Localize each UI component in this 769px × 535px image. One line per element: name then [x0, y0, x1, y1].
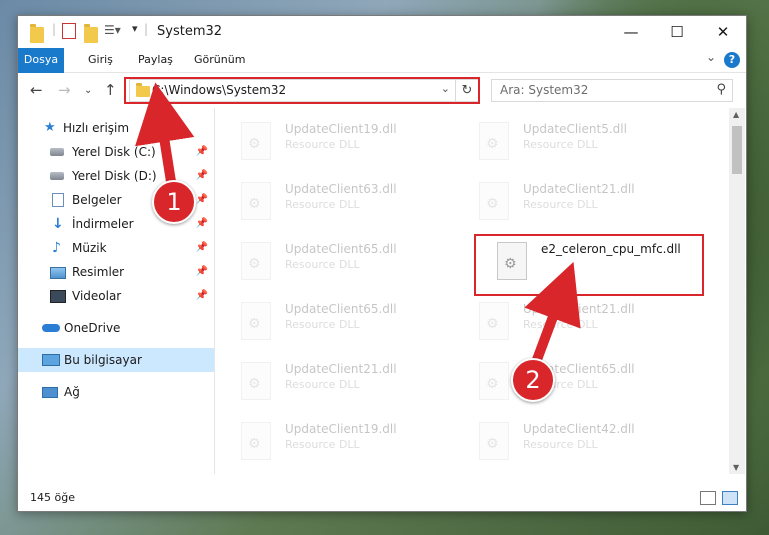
annotation-arrows	[135, 82, 581, 370]
step-2-badge: 2	[511, 358, 555, 402]
step-1-badge: 1	[152, 180, 196, 224]
arrow-step-2	[524, 261, 581, 370]
arrow-step-1	[135, 82, 195, 193]
